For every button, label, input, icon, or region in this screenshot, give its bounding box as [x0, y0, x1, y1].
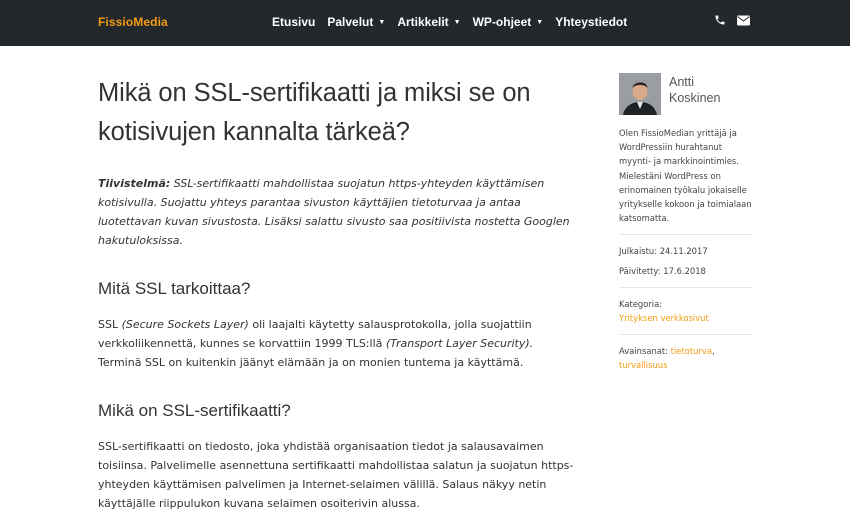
category-block: Kategoria: Yrityksen verkkosivut	[619, 297, 753, 325]
meta-label: Julkaistu:	[619, 246, 658, 257]
divider	[619, 286, 753, 288]
author-name: Antti Koskinen	[669, 74, 720, 106]
text-run: SSL	[98, 318, 122, 331]
site-logo[interactable]: FissioMedia	[98, 15, 168, 29]
nav-label: Artikkelit	[397, 15, 449, 29]
contact-icons	[714, 14, 750, 26]
article-content: Mikä on SSL-sertifikaatti ja miksi se on…	[98, 74, 578, 513]
meta-label: Päivitetty:	[619, 265, 661, 276]
phone-icon[interactable]	[714, 14, 726, 26]
tag-link-turvallisuus[interactable]: turvallisuus	[619, 360, 667, 370]
meta-label: Kategoria:	[619, 298, 663, 309]
category-link[interactable]: Yrityksen verkkosivut	[619, 313, 709, 323]
nav-item-palvelut[interactable]: Palvelut ▼	[327, 15, 385, 29]
divider	[619, 234, 753, 236]
caret-down-icon: ▼	[536, 19, 544, 26]
article-title: Mikä on SSL-sertifikaatti ja miksi se on…	[98, 79, 531, 146]
divider	[619, 334, 753, 336]
section-heading: Mikä on SSL-sertifikaatti?	[98, 401, 291, 420]
tag-separator: ,	[711, 346, 715, 357]
nav-item-etusivu[interactable]: Etusivu	[272, 15, 315, 29]
nav-label: Etusivu	[272, 15, 316, 29]
text-run: Terminä SSL on kuitenkin jäänyt elämään …	[98, 356, 524, 369]
caret-down-icon: ▼	[453, 19, 461, 26]
section-heading: Mitä SSL tarkoittaa?	[98, 279, 251, 298]
meta-value: 17.6.2018	[663, 265, 706, 276]
author-card: Antti Koskinen	[619, 73, 753, 115]
nav-item-artikkelit[interactable]: Artikkelit ▼	[397, 15, 460, 29]
summary-label: Tiivistelmä:	[98, 177, 171, 190]
nav-item-yhteystiedot[interactable]: Yhteystiedot	[555, 15, 627, 29]
nav-item-wp-ohjeet[interactable]: WP-ohjeet ▼	[473, 15, 544, 29]
main-nav: Etusivu Palvelut ▼ Artikkelit ▼ WP-ohjee…	[272, 15, 639, 29]
published-date: Julkaistu: 24.11.2017	[619, 244, 753, 258]
meta-label: Avainsanat:	[619, 346, 669, 357]
updated-date: Päivitetty: 17.6.2018	[619, 264, 753, 278]
article-summary: Tiivistelmä: SSL-sertifikaatti mahdollis…	[98, 174, 578, 250]
top-navbar: FissioMedia Etusivu Palvelut ▼ Artikkeli…	[0, 0, 850, 46]
author-sidebar: Antti Koskinen Olen FissioMedian yrittäj…	[619, 73, 753, 373]
tags-block: Avainsanat: tietoturva, turvallisuus	[619, 344, 753, 372]
envelope-icon[interactable]	[737, 15, 750, 26]
author-avatar	[619, 73, 661, 115]
section-paragraph: SSL (Secure Sockets Layer) oli laajalti …	[98, 315, 578, 372]
author-first-name: Antti	[669, 75, 695, 89]
author-last-name: Koskinen	[669, 91, 721, 105]
tag-link-tietoturva[interactable]: tietoturva	[671, 346, 712, 356]
text-run-italic: (Transport Layer Security).	[385, 337, 534, 350]
caret-down-icon: ▼	[378, 19, 386, 26]
nav-label: Yhteystiedot	[555, 15, 628, 29]
author-bio: Olen FissioMedian yrittäjä ja WordPressi…	[619, 128, 752, 224]
text-run-italic: (Secure Sockets Layer)	[121, 318, 249, 331]
meta-value: 24.11.2017	[659, 246, 708, 257]
nav-label: WP-ohjeet	[472, 15, 532, 29]
nav-label: Palvelut	[327, 15, 374, 29]
